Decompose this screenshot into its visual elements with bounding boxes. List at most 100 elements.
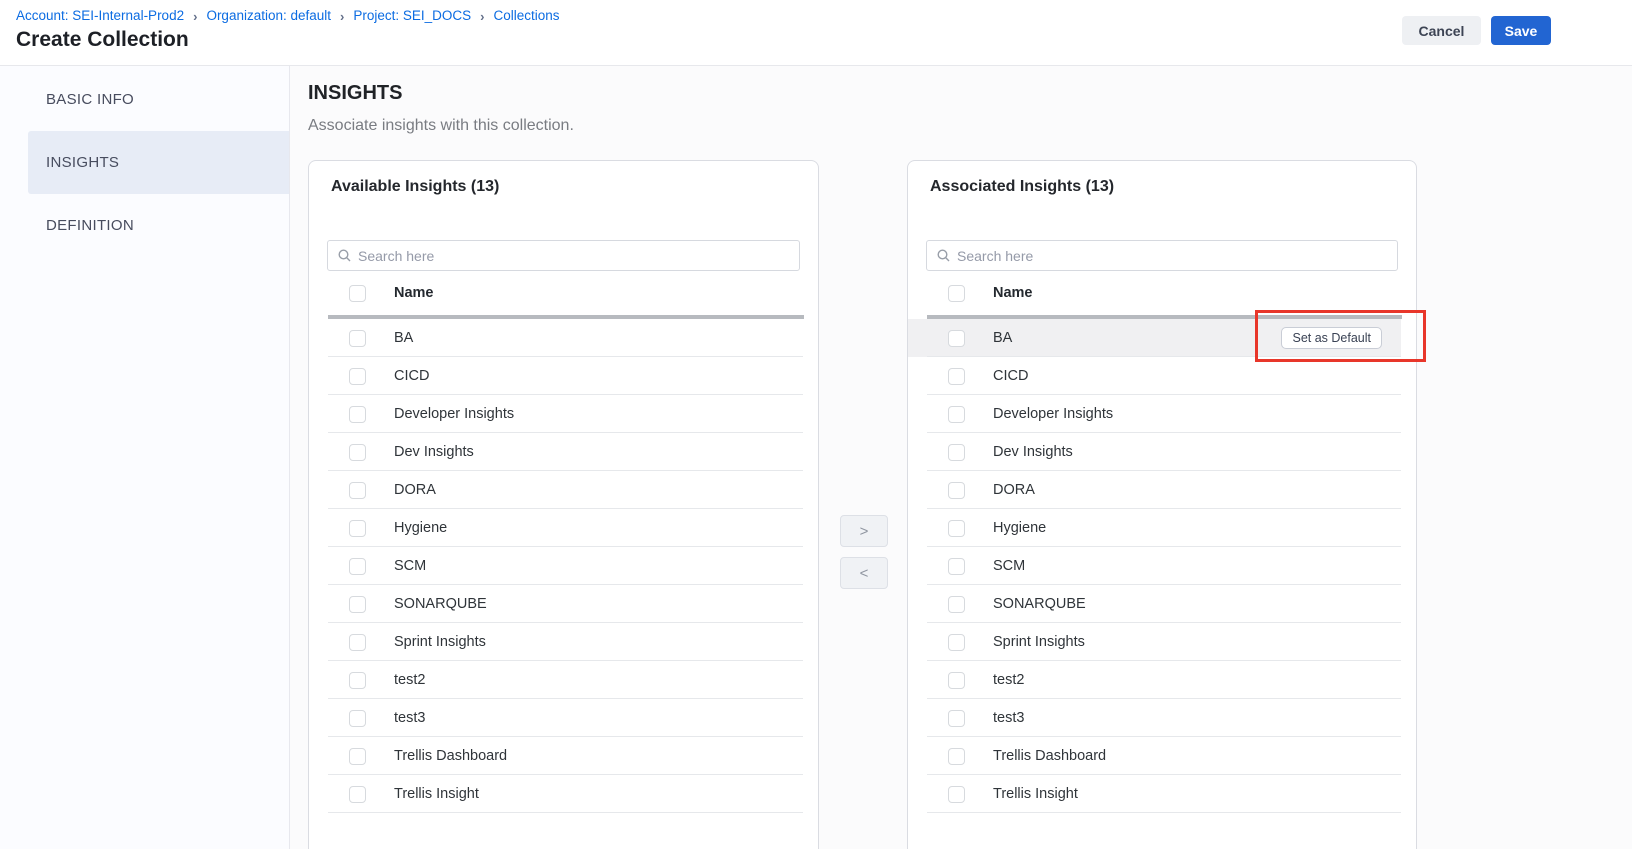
- row-checkbox[interactable]: [948, 596, 965, 613]
- row-checkbox[interactable]: [349, 520, 366, 537]
- table-row[interactable]: test3: [309, 699, 803, 737]
- select-all-checkbox[interactable]: [349, 285, 366, 302]
- row-label: SONARQUBE: [993, 596, 1086, 612]
- breadcrumb: Account: SEI-Internal-Prod2 › Organizati…: [16, 8, 560, 23]
- table-row[interactable]: SCM: [309, 547, 803, 585]
- row-checkbox[interactable]: [349, 406, 366, 423]
- row-checkbox[interactable]: [948, 330, 965, 347]
- row-checkbox[interactable]: [948, 368, 965, 385]
- row-label: Dev Insights: [394, 444, 474, 460]
- available-panel-title: Available Insights (13): [331, 178, 818, 196]
- row-label: CICD: [993, 368, 1028, 384]
- chevron-right-icon: ›: [193, 9, 197, 23]
- row-label: test2: [993, 672, 1024, 688]
- row-checkbox[interactable]: [349, 596, 366, 613]
- table-row[interactable]: SCM: [908, 547, 1401, 585]
- name-column-header: Name: [993, 285, 1033, 301]
- table-row[interactable]: Dev Insights: [309, 433, 803, 471]
- top-bar: Account: SEI-Internal-Prod2 › Organizati…: [0, 0, 1632, 66]
- row-label: Developer Insights: [394, 406, 514, 422]
- sidebar-item-insights[interactable]: INSIGHTS: [28, 131, 289, 194]
- table-row[interactable]: DORA: [908, 471, 1401, 509]
- table-row[interactable]: Trellis Dashboard: [309, 737, 803, 775]
- breadcrumb-account-link[interactable]: Account: SEI-Internal-Prod2: [16, 8, 184, 23]
- table-row[interactable]: CICD: [908, 357, 1401, 395]
- row-checkbox[interactable]: [349, 710, 366, 727]
- row-label: Trellis Dashboard: [993, 748, 1106, 764]
- table-row[interactable]: BA Set as Default: [908, 319, 1401, 357]
- table-row[interactable]: CICD: [309, 357, 803, 395]
- sidebar-item-definition[interactable]: DEFINITION: [28, 194, 289, 257]
- row-checkbox[interactable]: [948, 786, 965, 803]
- breadcrumb-project-link[interactable]: Project: SEI_DOCS: [353, 8, 471, 23]
- sidebar: BASIC INFO INSIGHTS DEFINITION: [0, 66, 290, 849]
- table-row[interactable]: Trellis Insight: [309, 775, 803, 813]
- breadcrumb-organization-link[interactable]: Organization: default: [206, 8, 331, 23]
- table-row[interactable]: SONARQUBE: [908, 585, 1401, 623]
- move-left-button[interactable]: <: [840, 557, 888, 589]
- move-right-button[interactable]: >: [840, 515, 888, 547]
- row-checkbox[interactable]: [948, 672, 965, 689]
- row-checkbox[interactable]: [948, 482, 965, 499]
- section-heading: INSIGHTS: [308, 82, 402, 105]
- table-row[interactable]: Trellis Insight: [908, 775, 1401, 813]
- row-label: SCM: [993, 558, 1025, 574]
- search-icon: [338, 249, 351, 262]
- row-checkbox[interactable]: [349, 786, 366, 803]
- row-checkbox[interactable]: [948, 520, 965, 537]
- row-checkbox[interactable]: [948, 634, 965, 651]
- associated-panel-title: Associated Insights (13): [930, 178, 1416, 196]
- row-checkbox[interactable]: [349, 748, 366, 765]
- row-checkbox[interactable]: [948, 748, 965, 765]
- row-label: SCM: [394, 558, 426, 574]
- table-row[interactable]: Developer Insights: [309, 395, 803, 433]
- available-insights-panel: Available Insights (13) Name BA CICD Dev…: [308, 160, 819, 849]
- table-row[interactable]: test2: [309, 661, 803, 699]
- row-label: Developer Insights: [993, 406, 1113, 422]
- table-row[interactable]: SONARQUBE: [309, 585, 803, 623]
- table-row[interactable]: Hygiene: [309, 509, 803, 547]
- table-row[interactable]: Hygiene: [908, 509, 1401, 547]
- row-checkbox[interactable]: [349, 368, 366, 385]
- table-row[interactable]: BA: [309, 319, 803, 357]
- breadcrumb-collections-link[interactable]: Collections: [494, 8, 560, 23]
- row-label: Trellis Dashboard: [394, 748, 507, 764]
- row-checkbox[interactable]: [349, 558, 366, 575]
- available-rows-list: BA CICD Developer Insights Dev Insights …: [309, 319, 818, 813]
- name-column-header: Name: [394, 285, 434, 301]
- row-label: DORA: [394, 482, 436, 498]
- available-search-box: [327, 240, 800, 271]
- row-label: DORA: [993, 482, 1035, 498]
- table-row[interactable]: DORA: [309, 471, 803, 509]
- row-label: test2: [394, 672, 425, 688]
- row-label: Trellis Insight: [993, 786, 1078, 802]
- table-row[interactable]: Trellis Dashboard: [908, 737, 1401, 775]
- table-row[interactable]: Sprint Insights: [908, 623, 1401, 661]
- cancel-button[interactable]: Cancel: [1402, 16, 1481, 45]
- associated-search-input[interactable]: [957, 248, 1397, 264]
- set-as-default-button[interactable]: Set as Default: [1281, 327, 1382, 349]
- table-row[interactable]: Dev Insights: [908, 433, 1401, 471]
- row-checkbox[interactable]: [948, 710, 965, 727]
- table-row[interactable]: test2: [908, 661, 1401, 699]
- row-label: Dev Insights: [993, 444, 1073, 460]
- available-search-input[interactable]: [358, 248, 799, 264]
- row-checkbox[interactable]: [948, 406, 965, 423]
- save-button[interactable]: Save: [1491, 16, 1551, 45]
- row-checkbox[interactable]: [349, 482, 366, 499]
- sidebar-item-basic-info[interactable]: BASIC INFO: [28, 68, 289, 131]
- select-all-checkbox[interactable]: [948, 285, 965, 302]
- row-checkbox[interactable]: [349, 672, 366, 689]
- row-checkbox[interactable]: [349, 444, 366, 461]
- row-label: BA: [394, 330, 413, 346]
- available-table-header: Name: [309, 271, 818, 315]
- row-checkbox[interactable]: [948, 444, 965, 461]
- row-checkbox[interactable]: [948, 558, 965, 575]
- row-checkbox[interactable]: [349, 330, 366, 347]
- table-row[interactable]: Sprint Insights: [309, 623, 803, 661]
- table-row[interactable]: test3: [908, 699, 1401, 737]
- table-row[interactable]: Developer Insights: [908, 395, 1401, 433]
- row-checkbox[interactable]: [349, 634, 366, 651]
- row-label: SONARQUBE: [394, 596, 487, 612]
- page-title: Create Collection: [16, 28, 189, 52]
